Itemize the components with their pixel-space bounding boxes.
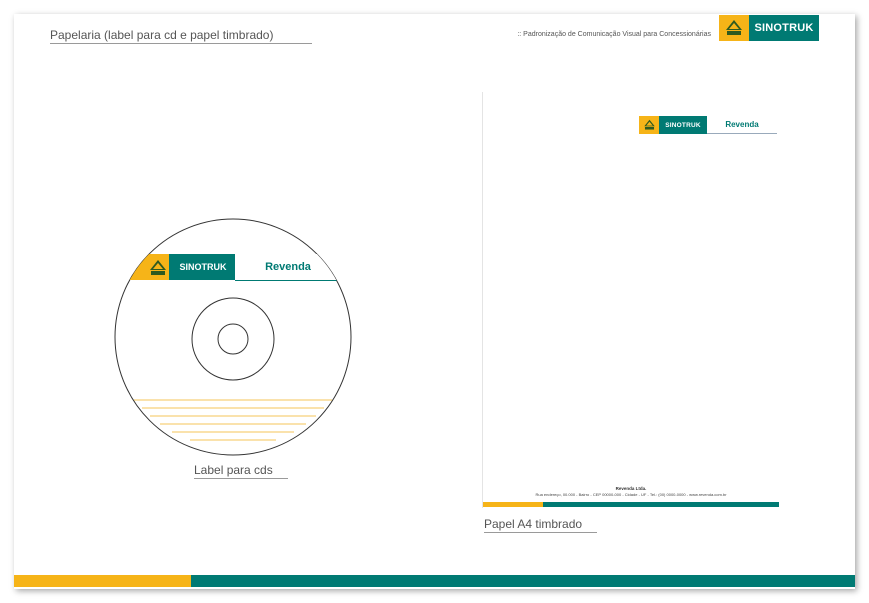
a4-dealer-text: Revenda bbox=[707, 116, 777, 134]
a4-caption: Papel A4 timbrado bbox=[484, 517, 597, 533]
cd-label: SINOTRUK Revenda bbox=[114, 218, 352, 456]
a4-emblem-icon bbox=[639, 116, 659, 134]
a4-letterhead: SINOTRUK Revenda Revenda Ltda. Rua ender… bbox=[482, 92, 779, 508]
a4-footer-bar-yellow bbox=[483, 502, 543, 507]
cd-caption: Label para cds bbox=[194, 463, 288, 479]
stationery-page: Papelaria (label para cd e papel timbrad… bbox=[14, 14, 855, 589]
a4-logo: SINOTRUK Revenda bbox=[639, 116, 777, 134]
footer-bar-teal bbox=[191, 575, 855, 587]
footer-bar-yellow bbox=[14, 575, 191, 587]
a4-company-address: Rua endereço, 00.000 - Bairro - CEP 0000… bbox=[535, 492, 727, 497]
header-subtitle: :: Padronização de Comunicação Visual pa… bbox=[517, 31, 711, 38]
header-logo: SINOTRUK bbox=[719, 15, 819, 41]
cd-brand-text: SINOTRUK bbox=[179, 262, 227, 272]
a4-company-name: Revenda Ltda. bbox=[615, 486, 647, 491]
a4-footer-bar-teal bbox=[543, 502, 779, 507]
header-brand-text: SINOTRUK bbox=[749, 15, 819, 41]
cd-dealer-text: Revenda bbox=[265, 261, 311, 273]
a4-brand-text: SINOTRUK bbox=[659, 116, 707, 134]
sinotruk-emblem-icon bbox=[719, 15, 749, 41]
section-title: Papelaria (label para cd e papel timbrad… bbox=[50, 28, 312, 44]
